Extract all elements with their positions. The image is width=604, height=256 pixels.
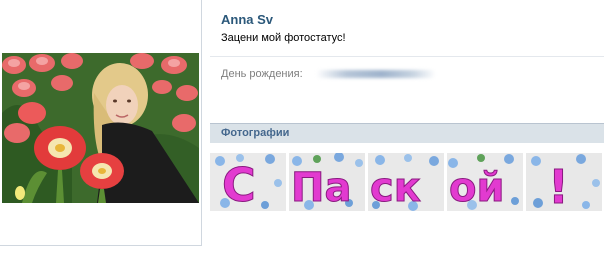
birthday-value-blurred	[316, 70, 436, 78]
photo-thumbnail[interactable]: ой	[447, 153, 523, 211]
profile-status[interactable]: Зацени мой фотостатус!	[221, 32, 346, 44]
photo-strip: С Па ск ой !	[210, 153, 604, 211]
photos-section-header: Фотографии	[210, 123, 604, 143]
photo-thumbnail[interactable]: !	[526, 153, 602, 211]
svg-text:!: !	[548, 160, 569, 211]
photos-section-title[interactable]: Фотографии	[221, 127, 289, 139]
photo-thumbnail[interactable]: ск	[368, 153, 444, 211]
birthday-label: День рождения:	[221, 68, 303, 80]
svg-text:С: С	[222, 158, 256, 211]
profile-avatar-frame	[0, 0, 202, 246]
svg-text:Па: Па	[291, 165, 351, 211]
photo-thumbnail[interactable]: Па	[289, 153, 365, 211]
svg-text:ск: ск	[370, 165, 421, 211]
photo-thumbnail[interactable]: С	[210, 153, 286, 211]
profile-name-link[interactable]: Anna Sv	[221, 12, 273, 27]
profile-photo[interactable]	[2, 53, 199, 203]
svg-text:ой: ой	[449, 165, 505, 211]
divider	[210, 56, 604, 57]
